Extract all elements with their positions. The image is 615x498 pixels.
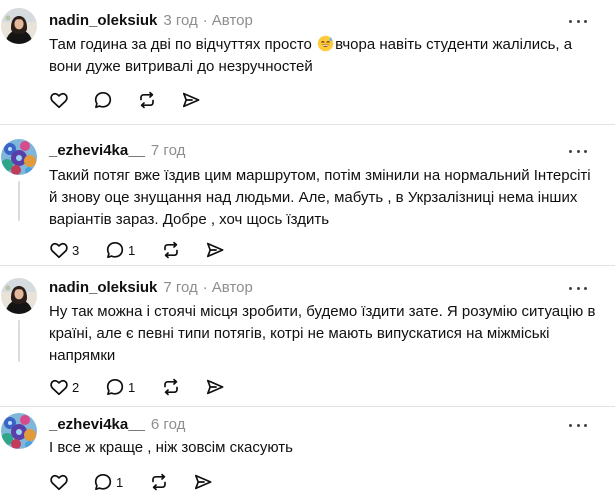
- send-icon: [206, 242, 224, 258]
- username[interactable]: nadin_oleksiuk: [49, 12, 157, 29]
- more-icon[interactable]: [569, 284, 587, 292]
- more-icon[interactable]: [569, 17, 587, 25]
- heart-icon: [50, 474, 68, 491]
- like-button[interactable]: [49, 90, 93, 110]
- post-text-part: Там година за дві по відчуттях просто: [49, 36, 317, 53]
- avatar[interactable]: [1, 413, 37, 449]
- separator-dot: ·: [202, 279, 208, 296]
- action-bar: 1: [49, 471, 221, 493]
- reply-count: 1: [128, 242, 136, 258]
- like-button[interactable]: 2: [49, 377, 105, 397]
- like-button[interactable]: 3: [49, 240, 105, 260]
- action-bar: 2 1: [49, 376, 233, 398]
- send-icon: [194, 474, 212, 490]
- reply-post-1: nadin_oleksiuk 3 год · Автор Там година за …: [0, 0, 615, 124]
- repost-icon: [140, 91, 154, 109]
- repost-button[interactable]: [149, 472, 193, 492]
- separator-dot: ·: [202, 12, 208, 29]
- timestamp[interactable]: 7 год: [163, 279, 197, 296]
- repost-button[interactable]: [161, 377, 205, 397]
- comment-icon: [106, 378, 124, 396]
- post-header: _ezhevi4ka__ 6 год: [49, 415, 185, 435]
- like-count: 2: [72, 379, 80, 395]
- avatar[interactable]: [1, 278, 37, 314]
- reply-button[interactable]: [93, 90, 137, 110]
- username[interactable]: nadin_oleksiuk: [49, 279, 157, 296]
- share-button[interactable]: [181, 90, 209, 110]
- thread-line: [18, 181, 20, 221]
- share-button[interactable]: [193, 472, 221, 492]
- repost-button[interactable]: [137, 90, 181, 110]
- post-text: І все ж краще , ніж зовсім скасують: [49, 439, 293, 456]
- more-icon[interactable]: [569, 421, 587, 429]
- send-icon: [182, 92, 200, 108]
- repost-icon: [152, 473, 166, 491]
- post-text: Там година за дві по відчуттях просто вч…: [49, 34, 597, 78]
- timestamp[interactable]: 7 год: [151, 142, 185, 159]
- reply-post-4: _ezhevi4ka__ 6 год І все ж краще , ніж зо…: [0, 407, 615, 498]
- action-bar: [49, 89, 209, 111]
- timestamp[interactable]: 6 год: [151, 416, 185, 433]
- thread-line: [18, 320, 20, 362]
- share-button[interactable]: [205, 240, 233, 260]
- username[interactable]: _ezhevi4ka__: [49, 142, 145, 159]
- reply-post-2: _ezhevi4ka__ 7 год Такий потяг вже їздив …: [0, 125, 615, 265]
- post-text: Такий потяг вже їздив цим маршрутом, пот…: [49, 167, 591, 228]
- sweat-smile-emoji-icon: [317, 35, 334, 52]
- username[interactable]: _ezhevi4ka__: [49, 416, 145, 433]
- repost-button[interactable]: [161, 240, 205, 260]
- heart-icon: [50, 92, 68, 109]
- heart-icon: [50, 379, 68, 396]
- more-icon[interactable]: [569, 147, 587, 155]
- like-button[interactable]: [49, 472, 93, 492]
- send-icon: [206, 379, 224, 395]
- heart-icon: [50, 242, 68, 259]
- reply-button[interactable]: 1: [105, 377, 161, 397]
- reply-post-3: nadin_oleksiuk 7 год · Автор Ну так можна і…: [0, 266, 615, 406]
- avatar[interactable]: [1, 139, 37, 175]
- author-badge: Автор: [211, 12, 253, 29]
- post-header: nadin_oleksiuk 7 год · Автор: [49, 278, 253, 298]
- comment-icon: [94, 473, 112, 491]
- action-bar: 3 1: [49, 239, 233, 261]
- post-header: nadin_oleksiuk 3 год · Автор: [49, 11, 253, 31]
- comment-icon: [94, 91, 112, 109]
- timestamp[interactable]: 3 год: [163, 12, 197, 29]
- comment-icon: [106, 241, 124, 259]
- like-count: 3: [72, 242, 80, 258]
- reply-count: 1: [116, 474, 124, 490]
- post-header: _ezhevi4ka__ 7 год: [49, 141, 185, 161]
- repost-icon: [164, 241, 178, 259]
- author-badge: Автор: [211, 279, 253, 296]
- reply-button[interactable]: 1: [93, 472, 149, 492]
- reply-button[interactable]: 1: [105, 240, 161, 260]
- share-button[interactable]: [205, 377, 233, 397]
- avatar[interactable]: [1, 8, 37, 44]
- post-text: Ну так можна і стоячі місця зробити, буд…: [49, 303, 596, 364]
- reply-count: 1: [128, 379, 136, 395]
- repost-icon: [164, 378, 178, 396]
